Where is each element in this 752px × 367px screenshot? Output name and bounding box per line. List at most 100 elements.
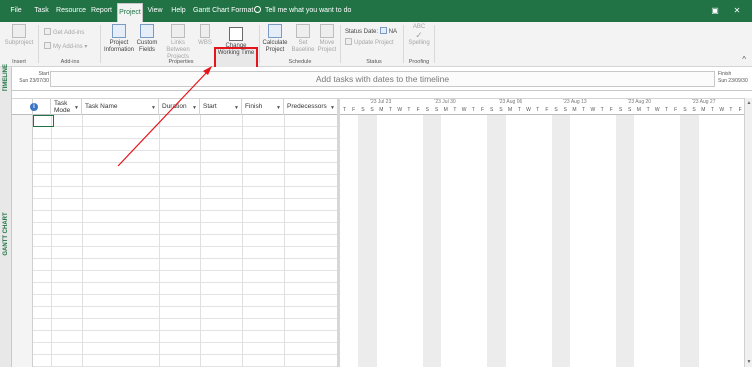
links-between-projects-button[interactable]: Links Between Projects [159, 24, 197, 61]
links-label-1: Links Between [166, 40, 190, 53]
timescale-week: '23 Jul 23 [370, 99, 392, 105]
ribbon-tab-bar: File Task Resource Report Project View H… [0, 0, 752, 22]
timescale-day: S [628, 107, 632, 113]
scroll-up-icon[interactable]: ▲ [745, 100, 752, 106]
column-divider [242, 115, 243, 367]
nonworking-day-shade [689, 115, 699, 367]
dropdown-arrow-icon[interactable]: ▼ [151, 105, 156, 112]
update-project-button[interactable]: Update Project [345, 38, 394, 47]
change-working-time-button[interactable]: Change Working Time [216, 27, 256, 57]
timescale-day: W [654, 107, 660, 113]
view-side-label: GANTT CHART [3, 212, 9, 256]
tell-me-search[interactable]: Tell me what you want to do [254, 0, 351, 22]
lightbulb-icon [254, 6, 261, 13]
dropdown-arrow-icon[interactable]: ▼ [74, 105, 79, 112]
nonworking-day-shade [367, 115, 377, 367]
calendar-clock-icon [229, 27, 243, 41]
column-divider [159, 115, 160, 367]
scroll-down-icon[interactable]: ▼ [745, 359, 752, 365]
timescale-day: T [646, 107, 650, 113]
close-window-icon[interactable]: ✕ [730, 0, 744, 22]
timescale-day: F [674, 107, 678, 113]
tab-project[interactable]: Project [117, 3, 143, 22]
tab-gantt-chart-format[interactable]: Gantt Chart Format [193, 0, 253, 22]
store-icon [44, 28, 51, 35]
header-start[interactable]: Start ▼ [200, 99, 242, 115]
timeline-finish-label: Finish [718, 71, 732, 77]
group-separator [100, 25, 101, 63]
timescale-day: M [572, 107, 577, 113]
header-duration-label: Duration [162, 103, 187, 110]
tab-task[interactable]: Task [31, 0, 52, 22]
header-predecessors[interactable]: Predecessors ▼ [284, 99, 337, 115]
calculator-icon [268, 24, 282, 38]
move-project-label-2: Project [317, 47, 337, 53]
nonworking-day-shade [616, 115, 626, 367]
vertical-scrollbar[interactable]: ▲ ▼ [744, 98, 752, 367]
project-information-button[interactable]: Project Information [104, 24, 134, 54]
timescale-day: T [471, 107, 475, 113]
timescale-day: T [453, 107, 457, 113]
tab-help[interactable]: Help [168, 0, 189, 22]
header-duration[interactable]: Duration ▼ [159, 99, 200, 115]
nonworking-day-shade [625, 115, 635, 367]
calculate-project-label-1: Calculate [262, 40, 288, 46]
calculate-project-button[interactable]: Calculate Project [262, 24, 288, 54]
timescale-day: T [517, 107, 521, 113]
wbs-button[interactable]: WBS [198, 24, 212, 47]
timescale-day: S [370, 107, 374, 113]
timeline-side-strip: TIMELINE [0, 64, 12, 92]
group-separator [340, 25, 341, 63]
nonworking-day-shade [496, 115, 506, 367]
timescale-week: '23 Jul 30 [434, 99, 456, 105]
set-baseline-button[interactable]: Set Baseline [290, 24, 316, 54]
tab-resource[interactable]: Resource [56, 0, 86, 22]
group-separator [434, 25, 435, 63]
timeline-placeholder: Add tasks with dates to the timeline [315, 74, 450, 84]
gantt-chart-area[interactable] [340, 115, 744, 367]
timescale-day: F [416, 107, 420, 113]
checkmark-icon: ✓ [415, 30, 423, 40]
dropdown-arrow-icon[interactable]: ▼ [192, 105, 197, 112]
subproject-icon [12, 24, 26, 38]
selected-cell[interactable] [33, 115, 54, 127]
group-label-properties: Properties [168, 59, 194, 65]
timeline-bar[interactable]: Add tasks with dates to the timeline [50, 71, 715, 87]
tab-file[interactable]: File [5, 0, 27, 22]
column-divider [82, 115, 83, 367]
timescale-day: T [600, 107, 604, 113]
get-addins-button[interactable]: Get Add-ins [44, 28, 84, 37]
nonworking-day-shade [358, 115, 368, 367]
header-finish[interactable]: Finish ▼ [242, 99, 284, 115]
spelling-button[interactable]: ABC ✓ Spelling [406, 24, 432, 47]
timeline-pane: TIMELINE Start Sun 23/07/30 Add tasks wit… [0, 64, 752, 92]
addins-icon [44, 42, 51, 49]
task-grid[interactable] [12, 115, 337, 367]
my-addins-label: My Add-ins [53, 44, 83, 50]
dropdown-arrow-icon[interactable]: ▼ [234, 105, 239, 112]
header-task-name[interactable]: Task Name ▼ [82, 99, 159, 115]
dropdown-arrow-icon[interactable]: ▼ [276, 105, 281, 112]
header-finish-label: Finish [245, 103, 263, 110]
timescale-day: W [397, 107, 403, 113]
status-date-button[interactable]: Status Date: NA [345, 27, 397, 36]
timescale-day: T [710, 107, 715, 113]
subproject-button[interactable]: Subproject [4, 24, 34, 47]
calendar-icon [379, 27, 387, 34]
dropdown-arrow-icon[interactable]: ▼ [330, 105, 335, 112]
move-project-button[interactable]: Move Project [316, 24, 338, 54]
timescale-day: F [480, 107, 485, 113]
timescale-day: S [490, 107, 494, 113]
restore-window-icon[interactable]: ▣ [708, 0, 722, 22]
ms-project-window: File Task Resource Report Project View H… [0, 0, 752, 367]
timeline-start-date: Sun 23/07/30 [19, 78, 49, 84]
my-addins-button[interactable]: My Add-ins ▾ [44, 42, 87, 51]
tab-report[interactable]: Report [89, 0, 114, 22]
header-predecessors-label: Predecessors [287, 103, 327, 110]
tab-view[interactable]: View [146, 0, 164, 22]
custom-fields-button[interactable]: Custom Fields [136, 24, 158, 54]
subproject-label: Subproject [4, 40, 34, 46]
header-task-mode[interactable]: Task Mode ▼ [51, 99, 82, 115]
collapse-ribbon-icon[interactable]: ^ [742, 55, 746, 64]
timescale-day: T [582, 107, 586, 113]
